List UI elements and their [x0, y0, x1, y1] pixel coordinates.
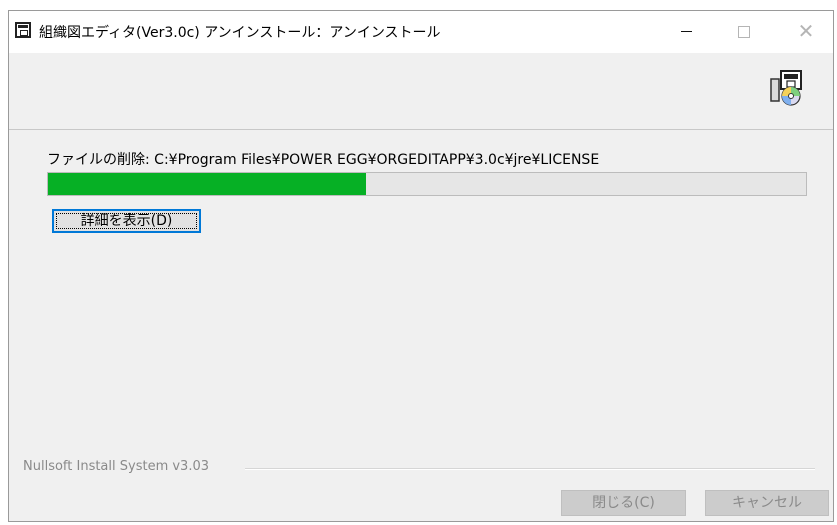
uninstaller-window: 組織図エディタ(Ver3.0c) アンインストール：アンインストール ✕ ファイ…	[8, 10, 834, 522]
progress-fill	[48, 173, 367, 195]
branding-divider	[245, 468, 815, 470]
cancel-button: キャンセル	[705, 490, 829, 516]
close-window-button: ✕	[797, 19, 815, 43]
progress-bar	[47, 172, 807, 196]
show-details-button[interactable]: 詳細を表示(D)	[52, 209, 201, 233]
maximize-icon	[738, 25, 750, 38]
maximize-button	[721, 11, 767, 53]
minimize-icon	[680, 31, 692, 32]
branding-text: Nullsoft Install System v3.03	[23, 459, 210, 474]
app-icon[interactable]	[15, 22, 31, 38]
minimize-button[interactable]	[663, 11, 709, 53]
focus-rect	[56, 213, 197, 229]
installer-disk-icon	[770, 70, 802, 106]
header-banner	[9, 53, 833, 130]
window-title: 組織図エディタ(Ver3.0c) アンインストール：アンインストール	[39, 25, 441, 41]
title-bar[interactable]: 組織図エディタ(Ver3.0c) アンインストール：アンインストール ✕	[9, 11, 833, 53]
close-button: 閉じる(C)	[561, 490, 686, 516]
status-text: ファイルの削除: C:¥Program Files¥POWER EGG¥ORGE…	[47, 152, 600, 168]
